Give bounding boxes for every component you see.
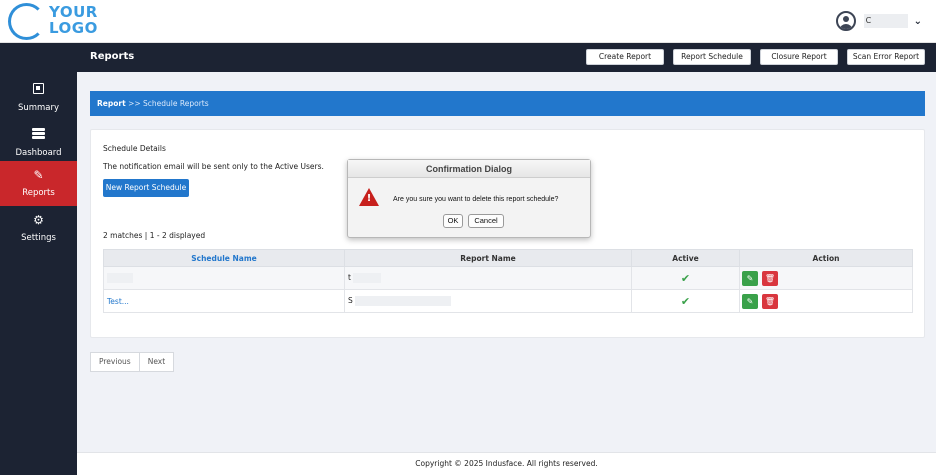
page-title: Reports [90, 51, 135, 62]
edit-icon[interactable]: ✎ [742, 270, 758, 286]
redacted-text [352, 273, 381, 283]
chevron-down-icon[interactable]: ⌄ [914, 16, 922, 27]
sidebar-item-label: Summary [17, 103, 60, 113]
dialog-message: Are you sure you want to delete this rep… [393, 196, 559, 203]
cancel-button[interactable]: Cancel [468, 214, 504, 228]
schedule-name-link[interactable]: Test... [107, 297, 129, 306]
logo-text-line2: LOGO [49, 19, 98, 37]
table-row: Test... S ✔ ✎ 🗑 [103, 289, 913, 313]
pagination: Previous Next [90, 352, 175, 372]
redacted-text [354, 296, 451, 306]
breadcrumb-separator: >> [128, 99, 141, 108]
closure-report-button[interactable]: Closure Report [760, 49, 838, 65]
confirmation-dialog: Confirmation Dialog ! Are you sure you w… [347, 159, 591, 238]
user-avatar-icon[interactable] [835, 11, 856, 31]
new-report-schedule-button[interactable]: New Report Schedule [103, 179, 189, 197]
summary-icon [0, 83, 77, 97]
create-report-button[interactable]: Create Report [586, 49, 664, 65]
report-name-cell: S [344, 289, 632, 313]
schedule-table: Schedule Name Report Name Active Action … [103, 249, 913, 313]
table-row: t ✔ ✎ 🗑 [103, 266, 913, 290]
panel-title: Schedule Details [103, 144, 166, 153]
action-cell: ✎ 🗑 [739, 266, 913, 290]
report-name-cell: t [344, 266, 632, 290]
dashboard-icon [0, 128, 77, 142]
table-header-row: Schedule Name Report Name Active Action [103, 249, 913, 267]
warning-exclamation-icon: ! [366, 193, 372, 204]
sidebar-item-summary[interactable]: Summary [0, 76, 77, 121]
sidebar-item-dashboard[interactable]: Dashboard [0, 121, 77, 166]
footer-copyright: Copyright © 2025 Indusface. All rights r… [77, 452, 936, 475]
company-logo[interactable]: YOUR LOGO [8, 3, 98, 41]
user-menu[interactable]: C ⌄ [835, 10, 922, 32]
schedule-name-cell[interactable]: Test... [103, 289, 345, 313]
column-header-report-name: Report Name [344, 249, 632, 267]
dialog-title[interactable]: Confirmation Dialog [348, 160, 590, 178]
sidebar-item-label: Dashboard [15, 148, 62, 158]
match-count: 2 matches | 1 - 2 displayed [103, 231, 206, 240]
panel-note: The notification email will be sent only… [103, 162, 324, 171]
gear-icon: ⚙ [33, 213, 44, 227]
edit-icon: ✎ [33, 168, 44, 182]
sidebar-item-settings[interactable]: ⚙ Settings [0, 206, 77, 251]
breadcrumb: Report >> Schedule Reports [90, 91, 925, 116]
checkmark-icon: ✔ [680, 294, 691, 308]
column-header-active: Active [631, 249, 740, 267]
logo-text-line1: YOUR [49, 3, 98, 21]
action-cell: ✎ 🗑 [739, 289, 913, 313]
next-page-button[interactable]: Next [139, 352, 175, 372]
sidebar-item-label: Reports [22, 188, 55, 198]
breadcrumb-current: Schedule Reports [143, 99, 209, 108]
sidebar: Summary Dashboard ✎ Reports ⚙ Settings [0, 43, 77, 475]
report-schedule-button[interactable]: Report Schedule [673, 49, 751, 65]
trash-icon[interactable]: 🗑 [762, 293, 778, 309]
page-header: Reports Create Report Report Schedule Cl… [77, 43, 936, 72]
edit-icon[interactable]: ✎ [742, 293, 758, 309]
checkmark-icon: ✔ [680, 271, 691, 285]
column-header-schedule-name[interactable]: Schedule Name [103, 249, 345, 267]
top-header: YOUR LOGO C ⌄ [0, 0, 936, 43]
trash-icon[interactable]: 🗑 [762, 270, 778, 286]
column-header-action: Action [739, 249, 913, 267]
ok-button[interactable]: OK [443, 214, 463, 228]
sidebar-item-reports[interactable]: ✎ Reports [0, 161, 77, 206]
active-cell: ✔ [631, 289, 740, 313]
scan-error-report-button[interactable]: Scan Error Report [847, 49, 925, 65]
logo-ring-icon [8, 3, 45, 40]
sidebar-item-label: Settings [21, 233, 56, 243]
redacted-text [107, 273, 133, 283]
previous-page-button[interactable]: Previous [90, 352, 140, 372]
active-cell: ✔ [631, 266, 740, 290]
schedule-name-cell[interactable] [103, 266, 345, 290]
user-name[interactable]: C [863, 14, 908, 28]
breadcrumb-root[interactable]: Report [97, 99, 126, 108]
